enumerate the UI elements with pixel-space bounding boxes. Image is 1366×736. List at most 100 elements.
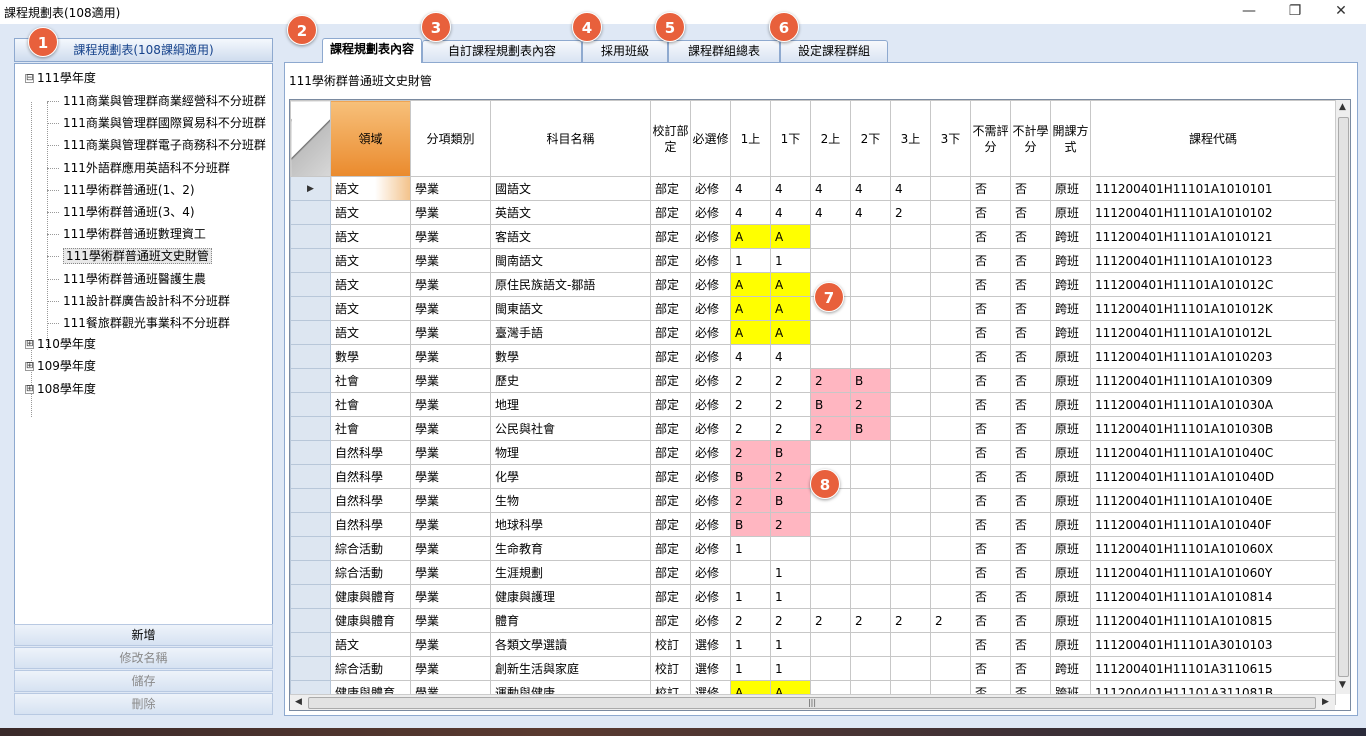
tab-custom-plan-content[interactable]: 自訂課程規劃表內容: [422, 40, 582, 62]
table-cell[interactable]: 2: [730, 392, 771, 417]
table-cell[interactable]: 自然科學: [330, 464, 411, 489]
tree-year-node[interactable]: ⊞ 108學年度: [25, 379, 96, 399]
row-header[interactable]: [290, 536, 331, 561]
table-cell[interactable]: 跨班: [1050, 320, 1091, 345]
column-header[interactable]: 開課方式: [1050, 100, 1091, 177]
table-cell[interactable]: 2: [730, 440, 771, 465]
table-cell[interactable]: 必修: [690, 248, 731, 273]
table-cell[interactable]: 原班: [1050, 440, 1091, 465]
row-header[interactable]: [290, 632, 331, 657]
table-cell[interactable]: 必修: [690, 368, 731, 393]
table-cell[interactable]: 否: [970, 272, 1011, 297]
table-cell[interactable]: 學業: [410, 320, 491, 345]
table-cell[interactable]: 學業: [410, 368, 491, 393]
table-cell[interactable]: 111200401H11101A1010815: [1090, 608, 1336, 633]
table-cell[interactable]: 語文: [330, 320, 411, 345]
table-cell[interactable]: 必修: [690, 320, 731, 345]
collapse-icon[interactable]: ⊟: [25, 74, 34, 83]
table-cell[interactable]: [890, 272, 931, 297]
table-cell[interactable]: 必修: [690, 560, 731, 585]
table-cell[interactable]: 學業: [410, 224, 491, 249]
table-row[interactable]: 語文 學業 閩南語文 部定 必修 1 1 否否跨班 111200401H11101A101012…: [290, 248, 1336, 273]
table-cell[interactable]: 必修: [690, 224, 731, 249]
table-cell[interactable]: A: [730, 272, 771, 297]
delete-button[interactable]: 刪除: [14, 693, 273, 715]
tab-plan-content[interactable]: 課程規劃表內容: [322, 38, 422, 63]
table-cell[interactable]: 1: [770, 560, 811, 585]
table-cell[interactable]: [810, 344, 851, 369]
table-cell[interactable]: 部定: [650, 440, 691, 465]
tree-class-node[interactable]: 111商業與管理群電子商務科不分班群: [47, 135, 266, 155]
minimize-icon[interactable]: —: [1226, 0, 1272, 24]
table-cell[interactable]: 111200401H11101A3110615: [1090, 656, 1336, 681]
table-cell[interactable]: [930, 536, 971, 561]
table-cell[interactable]: 原班: [1050, 512, 1091, 537]
table-cell[interactable]: 111200401H11101A1010123: [1090, 248, 1336, 273]
table-cell[interactable]: [810, 632, 851, 657]
table-cell[interactable]: 1: [730, 584, 771, 609]
grid-vertical-scrollbar[interactable]: ▲ ▼: [1335, 100, 1350, 694]
table-cell[interactable]: 必修: [690, 344, 731, 369]
table-cell[interactable]: 2: [850, 608, 891, 633]
table-cell[interactable]: 必修: [690, 488, 731, 513]
table-cell[interactable]: 語文: [330, 176, 411, 201]
table-cell[interactable]: 111200401H11101A101040F: [1090, 512, 1336, 537]
table-cell[interactable]: 學業: [410, 656, 491, 681]
table-cell[interactable]: [850, 536, 891, 561]
table-cell[interactable]: 社會: [330, 368, 411, 393]
table-cell[interactable]: 原住民族語文-鄒語: [490, 272, 651, 297]
table-cell[interactable]: 111200401H11101A101040C: [1090, 440, 1336, 465]
table-cell[interactable]: 生命教育: [490, 536, 651, 561]
table-cell[interactable]: A: [730, 224, 771, 249]
table-cell[interactable]: [890, 248, 931, 273]
table-cell[interactable]: 必修: [690, 272, 731, 297]
column-header[interactable]: 分項類別: [410, 100, 491, 177]
column-header[interactable]: 領域: [330, 100, 411, 177]
table-cell[interactable]: 111200401H11101A101012C: [1090, 272, 1336, 297]
table-cell[interactable]: 4: [770, 200, 811, 225]
table-cell[interactable]: 否: [1010, 440, 1051, 465]
table-cell[interactable]: 否: [1010, 320, 1051, 345]
save-button[interactable]: 儲存: [14, 670, 273, 692]
table-cell[interactable]: [850, 440, 891, 465]
table-cell[interactable]: 客語文: [490, 224, 651, 249]
table-cell[interactable]: 跨班: [1050, 296, 1091, 321]
table-cell[interactable]: 否: [970, 416, 1011, 441]
table-cell[interactable]: [810, 536, 851, 561]
table-cell[interactable]: 自然科學: [330, 440, 411, 465]
table-row[interactable]: 健康與體育 學業 健康與護理 部定 必修 1 1 否否原班 111200401H11101A10…: [290, 584, 1336, 609]
table-cell[interactable]: 原班: [1050, 392, 1091, 417]
row-header[interactable]: [290, 392, 331, 417]
table-cell[interactable]: B: [770, 440, 811, 465]
column-header[interactable]: 不計學分: [1010, 100, 1051, 177]
table-cell[interactable]: 跨班: [1050, 248, 1091, 273]
table-cell[interactable]: 健康與體育: [330, 608, 411, 633]
table-cell[interactable]: 否: [970, 248, 1011, 273]
table-cell[interactable]: 綜合活動: [330, 536, 411, 561]
table-cell[interactable]: 必修: [690, 392, 731, 417]
table-cell[interactable]: 部定: [650, 248, 691, 273]
scroll-right-icon[interactable]: ▶: [1322, 697, 1329, 707]
table-cell[interactable]: B: [730, 464, 771, 489]
table-cell[interactable]: 111200401H11101A3010103: [1090, 632, 1336, 657]
table-cell[interactable]: 2: [770, 512, 811, 537]
table-cell[interactable]: 學業: [410, 248, 491, 273]
table-cell[interactable]: 自然科學: [330, 512, 411, 537]
table-cell[interactable]: 4: [850, 200, 891, 225]
grid-corner[interactable]: [290, 100, 331, 177]
table-cell[interactable]: [850, 656, 891, 681]
row-header[interactable]: [290, 368, 331, 393]
tree-class-node[interactable]: 111學術群普通班文史財管: [47, 246, 212, 266]
table-row[interactable]: 語文 學業 客語文 部定 必修 A A 否否跨班 111200401H11101A1010121: [290, 224, 1336, 249]
column-header[interactable]: 1下: [770, 100, 811, 177]
column-header[interactable]: 科目名稱: [490, 100, 651, 177]
table-row[interactable]: 綜合活動 學業 生涯規劃 部定 必修 1 否否原班 111200401H11101A10106…: [290, 560, 1336, 585]
table-cell[interactable]: 語文: [330, 248, 411, 273]
table-cell[interactable]: 自然科學: [330, 488, 411, 513]
table-cell[interactable]: 否: [1010, 248, 1051, 273]
add-button[interactable]: 新增: [14, 624, 273, 646]
table-cell[interactable]: 否: [1010, 560, 1051, 585]
table-cell[interactable]: 體育: [490, 608, 651, 633]
table-row[interactable]: 語文 學業 臺灣手語 部定 必修 A A 否否跨班 111200401H11101A101012…: [290, 320, 1336, 345]
column-header[interactable]: 2上: [810, 100, 851, 177]
